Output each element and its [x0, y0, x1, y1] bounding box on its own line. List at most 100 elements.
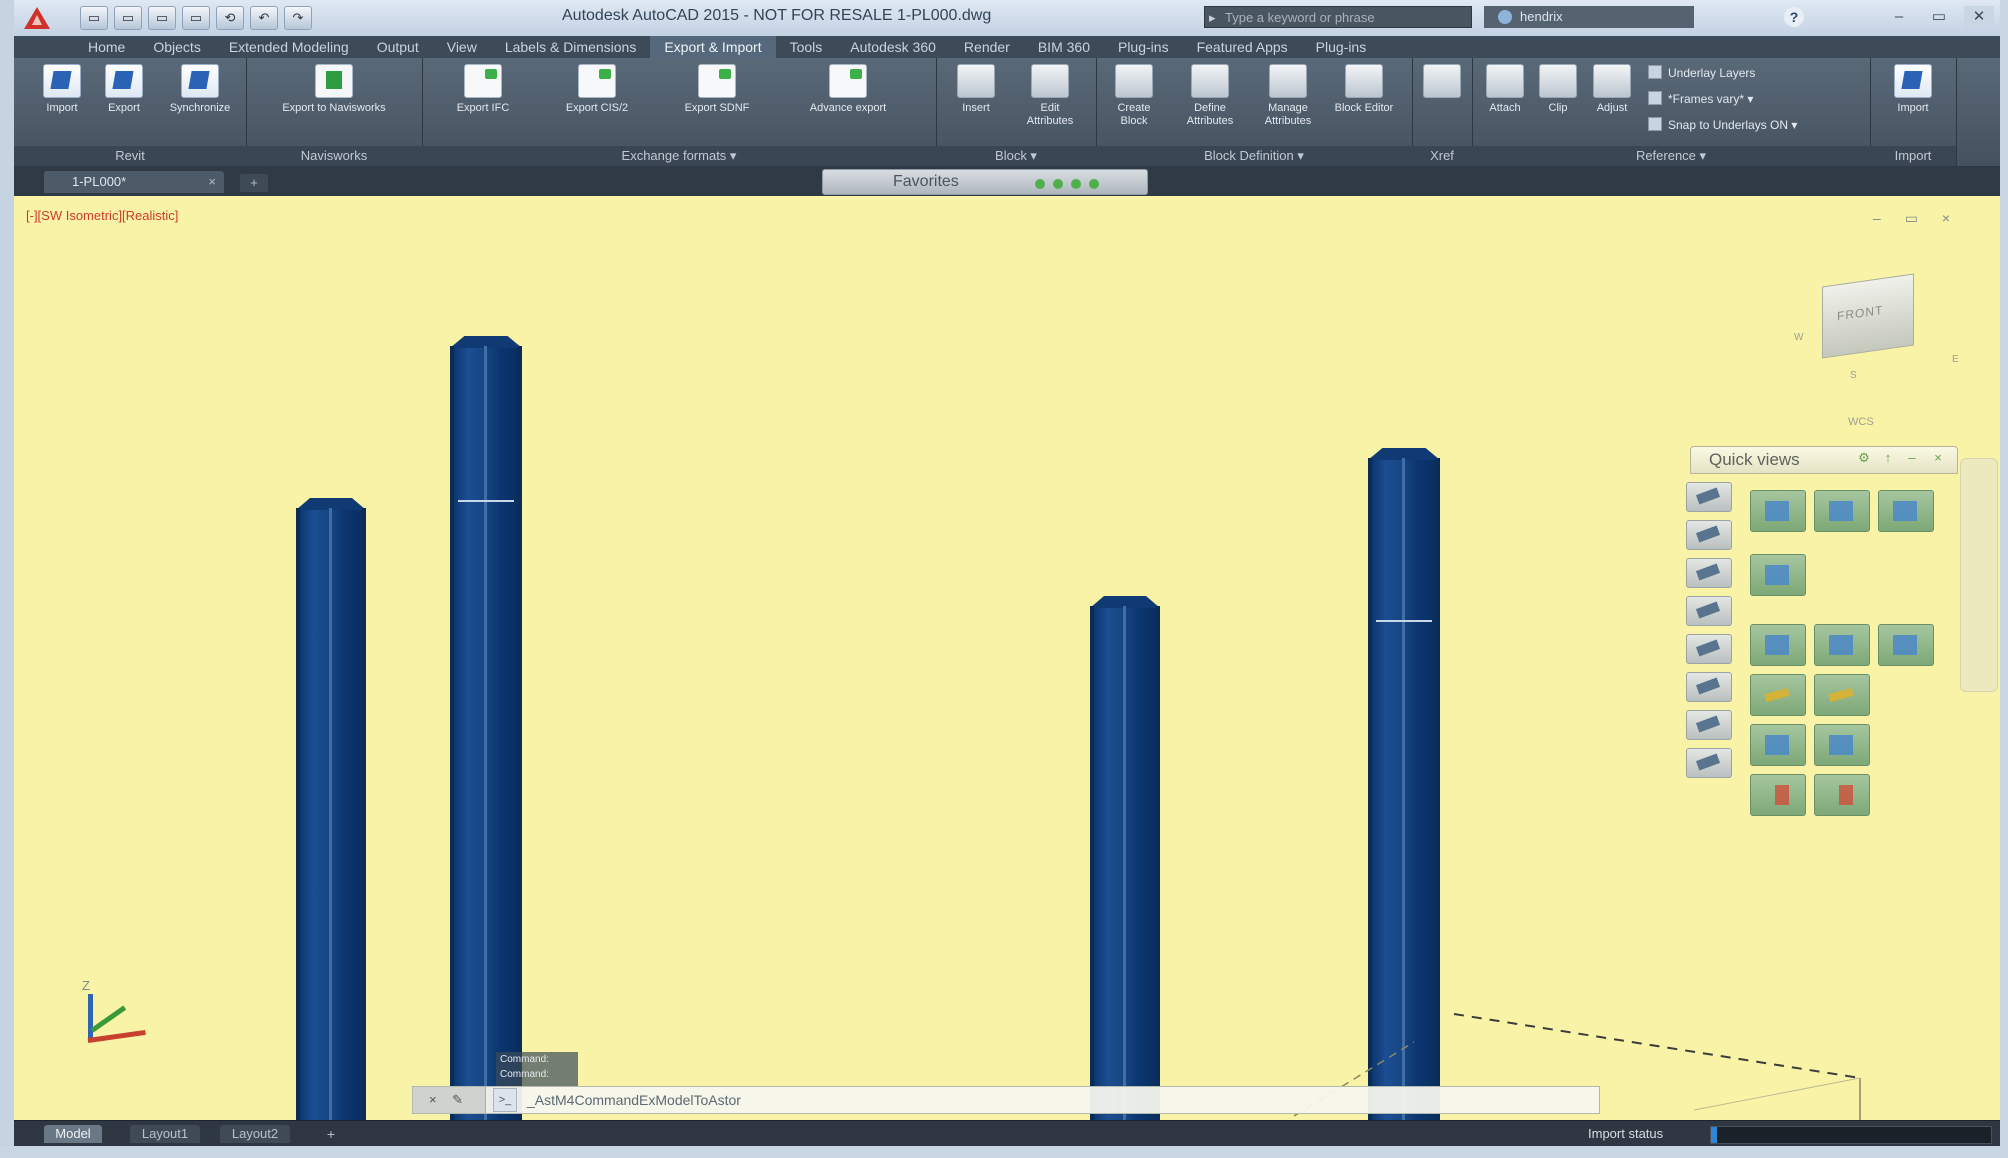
- command-prompt-icon[interactable]: >_: [493, 1088, 517, 1112]
- tab-tools[interactable]: Tools: [776, 36, 837, 58]
- quick-views-side-tool-6[interactable]: [1686, 672, 1732, 702]
- clip-button[interactable]: Clip: [1532, 62, 1584, 140]
- quick-view-button-11[interactable]: [1814, 724, 1870, 766]
- add-layout-button[interactable]: +: [320, 1125, 342, 1143]
- tab-view[interactable]: View: [433, 36, 491, 58]
- quick-views-header[interactable]: Quick views ⚙ ↑ – ×: [1690, 446, 1958, 474]
- autocad-logo-icon[interactable]: [22, 5, 52, 31]
- quick-views-side-tool-3[interactable]: [1686, 558, 1732, 588]
- steel-column-1[interactable]: [296, 498, 366, 1120]
- quick-views-side-tool-7[interactable]: [1686, 710, 1732, 740]
- layout-tab-model[interactable]: Model: [44, 1125, 102, 1143]
- export-ifc-button[interactable]: Export IFC: [438, 62, 528, 140]
- redo-button[interactable]: ↷: [284, 6, 312, 30]
- tab-plug-ins-2[interactable]: Plug-ins: [1302, 36, 1381, 58]
- help-button[interactable]: ?: [1784, 7, 1804, 27]
- quick-view-button-12[interactable]: [1750, 774, 1806, 816]
- close-tab-icon[interactable]: ×: [208, 171, 216, 193]
- save-button[interactable]: ▭: [148, 6, 176, 30]
- export-cis2-button[interactable]: Export CIS/2: [552, 62, 642, 140]
- command-line[interactable]: × ✎ >_ _AstM4CommandExModelToAstor: [412, 1086, 1600, 1114]
- quick-view-button-7[interactable]: [1878, 624, 1934, 666]
- quick-views-minimize-icon[interactable]: –: [1905, 451, 1919, 465]
- tab-extended-modeling[interactable]: Extended Modeling: [215, 36, 363, 58]
- layout-tab-layout1[interactable]: Layout1: [130, 1125, 200, 1143]
- quick-views-side-tool-1[interactable]: [1686, 482, 1732, 512]
- attach-button[interactable]: Attach: [1476, 62, 1534, 140]
- panel-title-block-definition[interactable]: Block Definition ▾: [1096, 146, 1412, 166]
- define-attributes-button[interactable]: Define Attributes: [1180, 62, 1240, 140]
- steel-column-2[interactable]: [450, 336, 522, 1120]
- viewcube[interactable]: FRONT: [1822, 273, 1914, 359]
- tab-bim-360[interactable]: BIM 360: [1024, 36, 1104, 58]
- panel-title-block[interactable]: Block ▾: [936, 146, 1096, 166]
- quick-view-button-4[interactable]: [1750, 554, 1806, 596]
- quick-views-side-tool-4[interactable]: [1686, 596, 1732, 626]
- tab-objects[interactable]: Objects: [139, 36, 214, 58]
- command-input[interactable]: _AstM4CommandExModelToAstor: [527, 1087, 741, 1113]
- viewcube-east[interactable]: E: [1952, 354, 1959, 365]
- layout-tab-layout2[interactable]: Layout2: [220, 1125, 290, 1143]
- revit-export-button[interactable]: Export: [94, 62, 154, 140]
- panel-title-exchange-formats[interactable]: Exchange formats ▾: [422, 146, 936, 166]
- viewport-controls[interactable]: [-][SW Isometric][Realistic]: [26, 208, 178, 223]
- snap-to-underlays-dropdown[interactable]: Snap to Underlays ON ▾: [1648, 116, 1797, 134]
- quick-view-button-9[interactable]: [1814, 674, 1870, 716]
- tab-featured-apps[interactable]: Featured Apps: [1183, 36, 1302, 58]
- underlay-layers-button[interactable]: Underlay Layers: [1648, 64, 1755, 82]
- block-editor-button[interactable]: Block Editor: [1334, 62, 1394, 140]
- quick-view-button-8[interactable]: [1750, 674, 1806, 716]
- quick-view-button-5[interactable]: [1750, 624, 1806, 666]
- quick-view-button-10[interactable]: [1750, 724, 1806, 766]
- navigation-bar[interactable]: [1960, 458, 1998, 692]
- quick-view-button-13[interactable]: [1814, 774, 1870, 816]
- tab-export-import[interactable]: Export & Import: [650, 36, 776, 58]
- quick-views-side-tool-2[interactable]: [1686, 520, 1732, 550]
- quick-views-side-tool-8[interactable]: [1686, 748, 1732, 778]
- minimize-button[interactable]: –: [1884, 6, 1914, 28]
- tab-labels-dimensions[interactable]: Labels & Dimensions: [491, 36, 651, 58]
- tab-render[interactable]: Render: [950, 36, 1024, 58]
- tab-autodesk-360[interactable]: Autodesk 360: [836, 36, 950, 58]
- tab-home[interactable]: Home: [74, 36, 139, 58]
- manage-attributes-button[interactable]: Manage Attributes: [1258, 62, 1318, 140]
- file-tab-active[interactable]: 1-PL000* ×: [44, 171, 224, 193]
- favorites-settings-icon[interactable]: [1035, 179, 1045, 189]
- favorites-pin-icon[interactable]: [1053, 179, 1063, 189]
- revit-synchronize-button[interactable]: Synchronize: [164, 62, 236, 140]
- favorites-minimize-icon[interactable]: [1071, 179, 1081, 189]
- frames-vary-dropdown[interactable]: *Frames vary* ▾: [1648, 90, 1753, 108]
- save-as-button[interactable]: ▭: [182, 6, 210, 30]
- advance-export-button[interactable]: Advance export: [788, 62, 908, 140]
- new-tab-button[interactable]: +: [240, 174, 268, 192]
- plot-button[interactable]: ⟲: [216, 6, 244, 30]
- tab-plug-ins[interactable]: Plug-ins: [1104, 36, 1183, 58]
- wcs-menu[interactable]: WCS: [1848, 416, 1874, 428]
- user-sign-in[interactable]: hendrix: [1484, 6, 1694, 28]
- drawing-viewport[interactable]: [-][SW Isometric][Realistic] – ▭ × FRONT…: [14, 196, 2000, 1120]
- close-button[interactable]: ✕: [1964, 6, 1994, 28]
- quick-views-close-icon[interactable]: ×: [1931, 451, 1945, 465]
- viewcube-south[interactable]: S: [1850, 370, 1857, 381]
- revit-import-button[interactable]: Import: [32, 62, 92, 140]
- tab-output[interactable]: Output: [363, 36, 433, 58]
- new-file-button[interactable]: ▭: [80, 6, 108, 30]
- export-sdnf-button[interactable]: Export SDNF: [672, 62, 762, 140]
- steel-column-3[interactable]: [1090, 596, 1160, 1120]
- search-input[interactable]: ▸ Type a keyword or phrase: [1204, 6, 1472, 28]
- quick-view-button-2[interactable]: [1814, 490, 1870, 532]
- viewport-window-buttons[interactable]: – ▭ ×: [1873, 210, 1960, 227]
- insert-block-button[interactable]: Insert: [946, 62, 1006, 140]
- quick-view-button-3[interactable]: [1878, 490, 1934, 532]
- export-to-navisworks-button[interactable]: Export to Navisworks: [256, 62, 412, 140]
- create-block-button[interactable]: Create Block: [1104, 62, 1164, 140]
- undo-button[interactable]: ↶: [250, 6, 278, 30]
- quick-view-button-6[interactable]: [1814, 624, 1870, 666]
- import-button[interactable]: Import: [1882, 62, 1944, 140]
- quick-views-settings-icon[interactable]: ⚙: [1857, 451, 1871, 465]
- command-line-buttons[interactable]: × ✎: [413, 1087, 486, 1113]
- open-file-button[interactable]: ▭: [114, 6, 142, 30]
- viewcube-west[interactable]: W: [1794, 332, 1803, 343]
- maximize-button[interactable]: ▭: [1924, 6, 1954, 28]
- quick-views-side-tool-5[interactable]: [1686, 634, 1732, 664]
